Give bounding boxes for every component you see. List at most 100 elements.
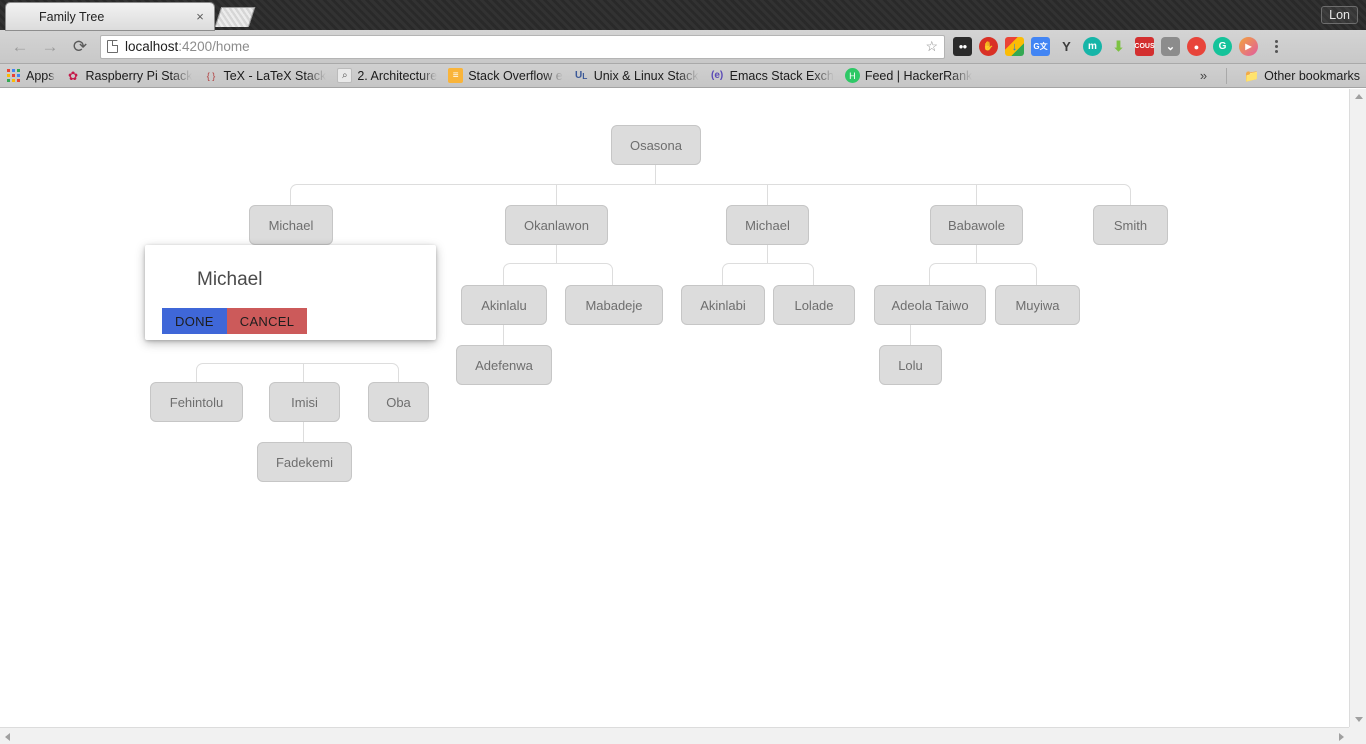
node-label: Akinlalu: [481, 297, 527, 313]
tree-node-smith[interactable]: Smith: [1093, 205, 1168, 245]
tree-node-muyiwa[interactable]: Muyiwa: [995, 285, 1080, 325]
apps-grid-icon: [6, 68, 21, 83]
close-icon[interactable]: ×: [192, 9, 208, 25]
node-label: Lolu: [898, 357, 923, 373]
connector-drop-okanlawon: [556, 184, 557, 205]
hackerrank-icon: H: [844, 68, 860, 83]
back-icon[interactable]: ←: [6, 34, 34, 60]
video-downloader-icon[interactable]: ⬇: [1109, 37, 1128, 56]
forward-icon[interactable]: →: [36, 34, 64, 60]
bookmark-stack-overflow[interactable]: ≡ Stack Overflow e: [448, 68, 563, 83]
bookmark-label: Other bookmarks: [1264, 68, 1360, 83]
tree-node-michael-1[interactable]: Michael: [249, 205, 333, 245]
scroll-up-icon[interactable]: [1355, 94, 1363, 99]
url-path: :4200/home: [178, 39, 250, 54]
grammarly-icon[interactable]: G: [1213, 37, 1232, 56]
connector-drop-babawole: [976, 184, 977, 205]
bookmark-apps[interactable]: Apps: [6, 68, 55, 83]
family-tree-canvas: Osasona Michael Okanlawon Michael Babawo…: [0, 89, 1349, 727]
browser-toolbar: ← → ⟳ localhost:4200/home ☆ ●● ✋ ↓ G文 Y …: [0, 30, 1366, 64]
horizontal-scrollbar[interactable]: [0, 727, 1349, 744]
scroll-right-icon[interactable]: [1339, 733, 1344, 741]
tree-node-fadekemi[interactable]: Fadekemi: [257, 442, 352, 482]
google-translate-icon[interactable]: G文: [1031, 37, 1050, 56]
tex-icon: { }: [206, 70, 216, 81]
bookmark-2-architecture[interactable]: ⌕ 2. Architecture: [337, 68, 437, 83]
search-icon: ⌕: [337, 68, 353, 83]
node-label: Oba: [386, 394, 411, 410]
tab-family-tree[interactable]: Family Tree ×: [6, 3, 214, 30]
chrome-menu-icon[interactable]: [1267, 36, 1285, 58]
connector-drop-michael2: [767, 184, 768, 205]
window-label: Lon: [1321, 6, 1358, 24]
tree-node-akinlalu[interactable]: Akinlalu: [461, 285, 547, 325]
tab-strip: Family Tree × Lon: [0, 0, 1366, 30]
bookmark-label: Apps: [26, 68, 55, 83]
scroll-down-icon[interactable]: [1355, 717, 1363, 722]
node-label: Fehintolu: [169, 394, 224, 410]
connector-imisi-fadekemi: [303, 422, 304, 442]
basketball-icon[interactable]: ●: [1187, 37, 1206, 56]
adblock-icon[interactable]: ✋: [979, 37, 998, 56]
tree-node-michael-2[interactable]: Michael: [726, 205, 809, 245]
reload-icon[interactable]: ⟳: [66, 34, 94, 60]
momentum-icon[interactable]: m: [1083, 37, 1102, 56]
tree-node-adefenwa[interactable]: Adefenwa: [456, 345, 552, 385]
bookmark-unix-linux-stack[interactable]: UL Unix & Linux Stack: [574, 68, 699, 83]
tree-node-okanlawon[interactable]: Okanlawon: [505, 205, 608, 245]
window-controls: Lon: [1321, 0, 1366, 30]
bookmark-label: TeX - LaTeX Stack: [223, 68, 327, 83]
tree-node-lolu[interactable]: Lolu: [879, 345, 942, 385]
connector-okanlawon-bus: [503, 263, 613, 285]
node-label: Okanlawon: [523, 217, 590, 233]
url-text: localhost:4200/home: [125, 39, 250, 54]
cancel-button[interactable]: CANCEL: [226, 308, 308, 334]
node-label: Lolade: [794, 297, 834, 313]
tree-node-akinlabi[interactable]: Akinlabi: [681, 285, 765, 325]
done-button[interactable]: DONE: [162, 308, 227, 334]
new-tab-button[interactable]: [214, 7, 256, 27]
bookmark-other-bookmarks[interactable]: 📁 Other bookmarks: [1244, 68, 1360, 83]
tree-node-oba[interactable]: Oba: [368, 382, 429, 422]
tree-node-mabadeje[interactable]: Mabadeje: [565, 285, 663, 325]
tree-node-adeola-taiwo[interactable]: Adeola Taiwo: [874, 285, 986, 325]
yandex-icon[interactable]: Y: [1057, 37, 1076, 56]
bookmark-raspberry-pi-stack[interactable]: ✿ Raspberry Pi Stack: [66, 68, 193, 83]
bookmark-feed-hackerrank[interactable]: H Feed | HackerRank: [844, 68, 972, 83]
bookmark-tex-latex-stack[interactable]: { } TeX - LaTeX Stack: [203, 68, 327, 83]
bookmark-label: Unix & Linux Stack: [593, 68, 699, 83]
address-bar[interactable]: localhost:4200/home ☆: [100, 34, 945, 59]
bookmarks-divider: [1226, 67, 1228, 84]
node-label: Akinlabi: [700, 297, 746, 313]
raspberry-pi-icon: ✿: [67, 68, 79, 83]
coupons-icon[interactable]: COUS: [1134, 37, 1155, 56]
tab-title: Family Tree: [39, 9, 105, 24]
connector-michael2-bus: [722, 263, 814, 285]
bookmark-label: Emacs Stack Exch: [729, 68, 834, 83]
node-label: Fadekemi: [275, 454, 334, 470]
tree-node-fehintolu[interactable]: Fehintolu: [150, 382, 243, 422]
bookmark-label: Raspberry Pi Stack: [85, 68, 193, 83]
bookmarks-overflow-icon[interactable]: »: [1192, 68, 1215, 83]
pocket-icon[interactable]: ⌄: [1161, 37, 1180, 56]
scroll-left-icon[interactable]: [5, 733, 10, 741]
tree-node-lolade[interactable]: Lolade: [773, 285, 855, 325]
ublock-origin-icon[interactable]: ●●: [953, 37, 972, 56]
tree-node-imisi[interactable]: Imisi: [269, 382, 340, 422]
stack-overflow-icon: ≡: [448, 68, 464, 83]
angular-icon: [16, 9, 32, 25]
tree-node-osasona[interactable]: Osasona: [611, 125, 701, 165]
connector-root-stem: [655, 165, 656, 184]
node-label: Michael: [268, 217, 314, 233]
chrome-download-icon[interactable]: ↓: [1005, 37, 1024, 56]
node-label: Osasona: [629, 137, 683, 153]
node-label: Adeola Taiwo: [891, 297, 969, 313]
connector-okanlawon-stem: [556, 245, 557, 263]
url-host: localhost: [125, 39, 179, 54]
node-label: Smith: [1113, 217, 1148, 233]
bookmark-emacs-stack-exchange[interactable]: (e) Emacs Stack Exch: [710, 68, 834, 83]
bookmark-star-icon[interactable]: ☆: [925, 38, 938, 55]
tree-node-babawole[interactable]: Babawole: [930, 205, 1023, 245]
media-player-icon[interactable]: ▶: [1239, 37, 1258, 56]
vertical-scrollbar[interactable]: [1349, 89, 1366, 727]
